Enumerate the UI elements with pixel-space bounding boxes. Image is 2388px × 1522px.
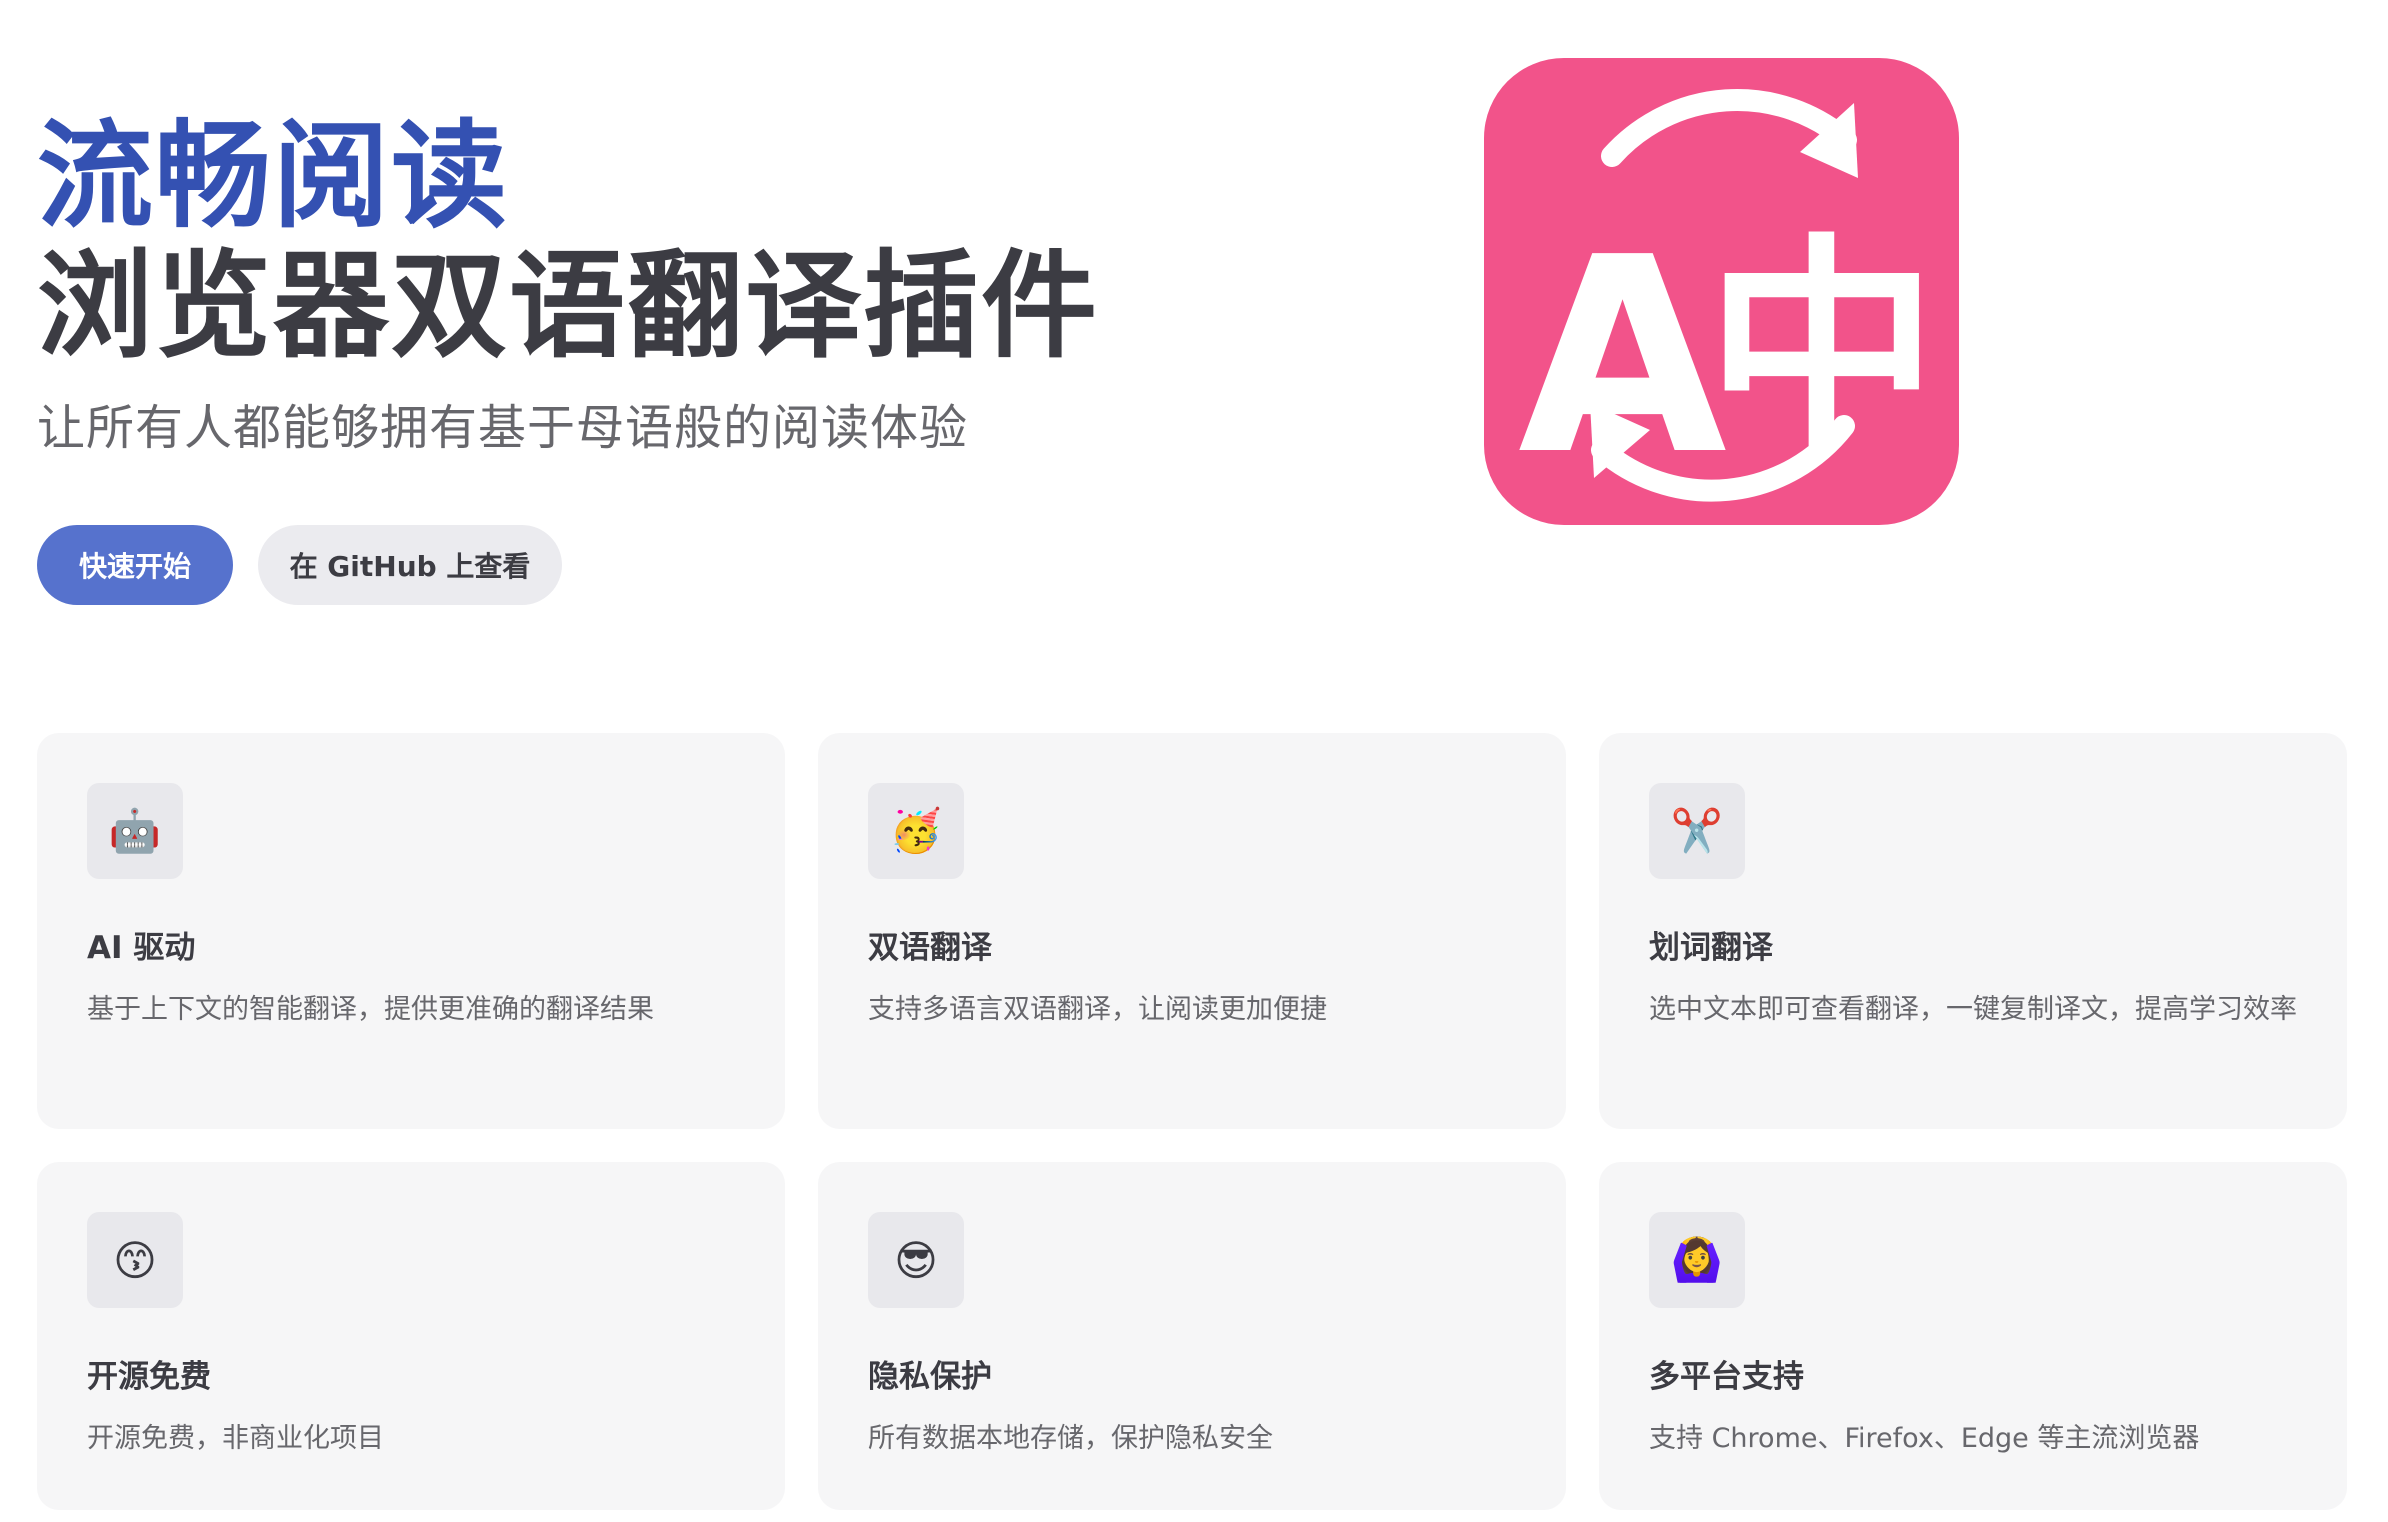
- feature-desc: 所有数据本地存储，保护隐私安全: [868, 1423, 1273, 1454]
- feature-card-selection: ✂️ 划词翻译 选中文本即可查看翻译，一键复制译文，提高学习效率: [1599, 733, 2347, 1129]
- feature-card-multi-platform: 🙆‍♀️ 多平台支持 支持 Chrome、Firefox、Edge 等主流浏览器: [1599, 1162, 2347, 1510]
- logo-latin-glyph: A: [1518, 199, 1729, 514]
- brand-name: 流畅阅读: [37, 109, 509, 244]
- feature-title: 双语翻译: [868, 930, 992, 966]
- feature-card-ai: 🤖 AI 驱动 基于上下文的智能翻译，提供更准确的翻译结果: [37, 733, 785, 1129]
- hero-section: 流畅阅读 浏览器双语翻译插件 让所有人都能够拥有基于母语般的阅读体验: [37, 112, 1337, 458]
- feature-title: AI 驱动: [87, 930, 196, 966]
- feature-desc: 支持 Chrome、Firefox、Edge 等主流浏览器: [1649, 1423, 2200, 1454]
- feature-desc: 选中文本即可查看翻译，一键复制译文，提高学习效率: [1649, 994, 2297, 1025]
- logo-cjk-glyph: 中: [1706, 215, 1938, 485]
- feature-card-bilingual: 🥳 双语翻译 支持多语言双语翻译，让阅读更加便捷: [818, 733, 1566, 1129]
- view-on-github-button[interactable]: 在 GitHub 上查看: [258, 525, 562, 605]
- feature-title: 多平台支持: [1649, 1359, 1804, 1395]
- scissors-icon: ✂️: [1649, 783, 1745, 879]
- get-started-button[interactable]: 快速开始: [37, 525, 233, 605]
- hero-actions: 快速开始 在 GitHub 上查看: [37, 525, 562, 605]
- feature-title: 划词翻译: [1649, 930, 1773, 966]
- features-section: 🤖 AI 驱动 基于上下文的智能翻译，提供更准确的翻译结果 🥳 双语翻译 支持多…: [37, 733, 2347, 1510]
- feature-desc: 基于上下文的智能翻译，提供更准确的翻译结果: [87, 994, 654, 1025]
- feature-desc: 开源免费，非商业化项目: [87, 1423, 384, 1454]
- party-face-icon: 🥳: [868, 783, 964, 879]
- features-grid: 🤖 AI 驱动 基于上下文的智能翻译，提供更准确的翻译结果 🥳 双语翻译 支持多…: [37, 733, 2347, 1510]
- translate-logo-icon: A 中: [1484, 58, 1959, 525]
- feature-card-privacy: 😎 隐私保护 所有数据本地存储，保护隐私安全: [818, 1162, 1566, 1510]
- robot-icon: 🤖: [87, 783, 183, 879]
- kissing-face-icon: 😙: [87, 1212, 183, 1308]
- feature-title: 隐私保护: [868, 1359, 992, 1395]
- hero-headline: 浏览器双语翻译插件: [37, 239, 1099, 374]
- feature-desc: 支持多语言双语翻译，让阅读更加便捷: [868, 994, 1327, 1025]
- home-page: 流畅阅读 浏览器双语翻译插件 让所有人都能够拥有基于母语般的阅读体验 快速开始 …: [0, 0, 2388, 1522]
- feature-card-open-source: 😙 开源免费 开源免费，非商业化项目: [37, 1162, 785, 1510]
- sunglasses-face-icon: 😎: [868, 1212, 964, 1308]
- hero-tagline: 让所有人都能够拥有基于母语般的阅读体验: [37, 400, 969, 456]
- feature-title: 开源免费: [87, 1359, 211, 1395]
- person-ok-gesture-icon: 🙆‍♀️: [1649, 1212, 1745, 1308]
- app-logo: A 中: [1484, 58, 1959, 525]
